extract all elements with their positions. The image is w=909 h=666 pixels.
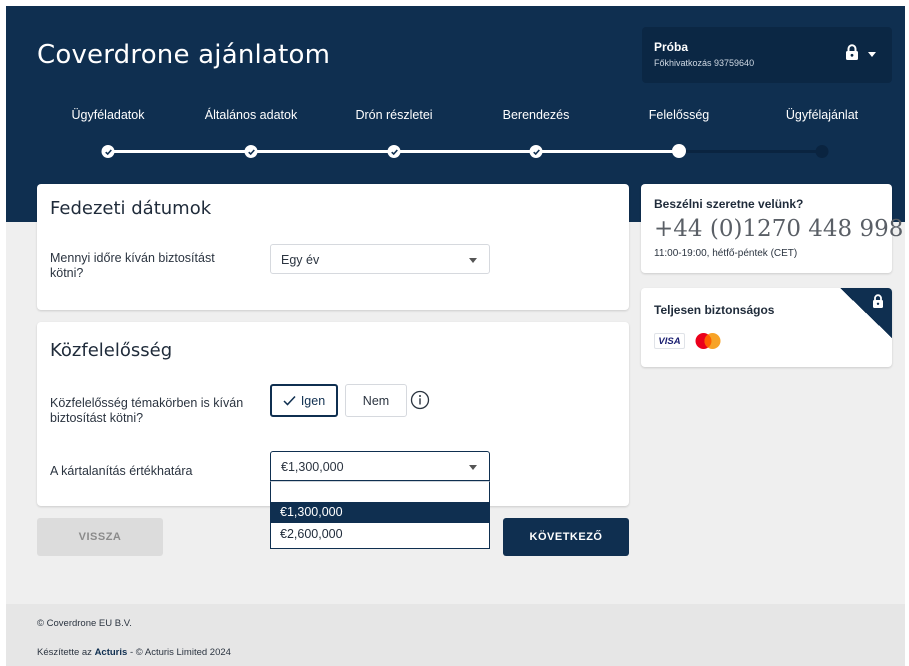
step-label-felelosseg[interactable]: Felelősség — [649, 108, 709, 122]
page-title: Coverdrone ajánlatom — [37, 40, 331, 70]
lock-icon — [872, 294, 884, 313]
security-card: Teljesen biztonságos VISA — [641, 288, 892, 367]
next-button[interactable]: KÖVETKEZŐ — [503, 518, 629, 556]
liability-no-label: Nem — [362, 393, 390, 408]
coverage-duration-value: Egy év — [281, 253, 320, 267]
caret-down-icon — [868, 52, 876, 57]
coverage-duration-select[interactable]: Egy év — [270, 244, 490, 274]
indemnity-limit-select[interactable]: €1,300,000 — [270, 451, 490, 481]
page: Coverdrone ajánlatom Próba Főkhivatkozás… — [6, 6, 905, 666]
coverage-duration-label: Mennyi időre kíván biztosítást kötni? — [50, 251, 215, 280]
contact-card: Beszélni szeretne velünk? +44 (0)1270 44… — [641, 184, 903, 273]
check-icon — [390, 148, 398, 155]
account-reference: Főkhivatkozás 93759640 — [654, 58, 755, 68]
info-icon[interactable] — [410, 390, 430, 415]
step-dot-altalanos-adatok[interactable] — [244, 145, 258, 158]
step-dot-berendezes[interactable] — [529, 145, 543, 158]
back-button[interactable]: VISSZA — [37, 518, 163, 556]
security-corner-badge — [840, 288, 892, 338]
footer-copyright: © Coverdrone EU B.V. — [37, 618, 132, 629]
chevron-down-icon — [469, 258, 477, 263]
footer: © Coverdrone EU B.V. Készítette az Actur… — [6, 604, 905, 666]
contact-phone[interactable]: +44 (0)1270 448 998 — [654, 216, 903, 242]
step-label-altalanos-adatok[interactable]: Általános adatok — [205, 108, 297, 122]
indemnity-limit-label: A kártalanítás értékhatára — [50, 464, 193, 478]
lock-icon — [845, 44, 859, 65]
indemnity-limit-option[interactable]: €1,300,000 — [271, 502, 489, 523]
account-name: Próba — [654, 40, 689, 54]
step-dot-ugyfeladatok[interactable] — [101, 145, 115, 158]
check-icon — [532, 148, 540, 155]
security-title: Teljesen biztonságos — [654, 303, 775, 317]
contact-hours: 11:00-19:00, hétfő-péntek (CET) — [654, 248, 798, 259]
indemnity-limit-option[interactable]: €2,600,000 — [271, 524, 489, 545]
visa-icon: VISA — [654, 333, 685, 349]
step-dot-dron-reszletei[interactable] — [387, 145, 401, 158]
step-label-dron-reszletei[interactable]: Drón részletei — [355, 108, 432, 122]
indemnity-limit-dropdown: €1,300,000 €2,600,000 — [270, 481, 490, 549]
liability-title: Közfelelősség — [50, 340, 173, 361]
liability-question-label: Közfelelősség témakörben is kíván biztos… — [50, 396, 244, 425]
check-icon — [104, 148, 112, 155]
coverage-dates-title: Fedezeti dátumok — [50, 198, 212, 219]
mastercard-icon — [693, 332, 723, 355]
liability-no-button[interactable]: Nem — [345, 384, 407, 417]
progress-stepper: Ügyféladatok Általános adatok Drón részl… — [6, 102, 905, 162]
step-label-berendezes[interactable]: Berendezés — [503, 108, 570, 122]
step-dot-felelosseg — [672, 144, 686, 158]
check-icon — [283, 395, 296, 406]
coverage-dates-card: Fedezeti dátumok Mennyi időre kíván bizt… — [37, 184, 629, 310]
progress-track-remaining — [682, 150, 822, 153]
footer-credit-prefix: Készítette az — [37, 647, 92, 658]
chevron-down-icon — [469, 465, 477, 470]
footer-credit: Készítette az Acturis - © Acturis Limite… — [37, 647, 231, 658]
account-menu-button[interactable]: Próba Főkhivatkozás 93759640 — [642, 27, 892, 83]
footer-credit-brand[interactable]: Acturis — [95, 647, 128, 658]
step-dot-ugyfelajanlat — [815, 145, 829, 158]
contact-title: Beszélni szeretne velünk? — [654, 197, 804, 211]
footer-credit-suffix: - © Acturis Limited 2024 — [129, 647, 231, 658]
liability-yes-label: Igen — [300, 393, 326, 408]
check-icon — [247, 148, 255, 155]
liability-yes-button[interactable]: Igen — [270, 384, 338, 417]
step-label-ugyfeladatok[interactable]: Ügyféladatok — [72, 108, 145, 122]
step-label-ugyfelajanlat[interactable]: Ügyfélajánlat — [786, 108, 858, 122]
indemnity-limit-value: €1,300,000 — [281, 460, 344, 474]
